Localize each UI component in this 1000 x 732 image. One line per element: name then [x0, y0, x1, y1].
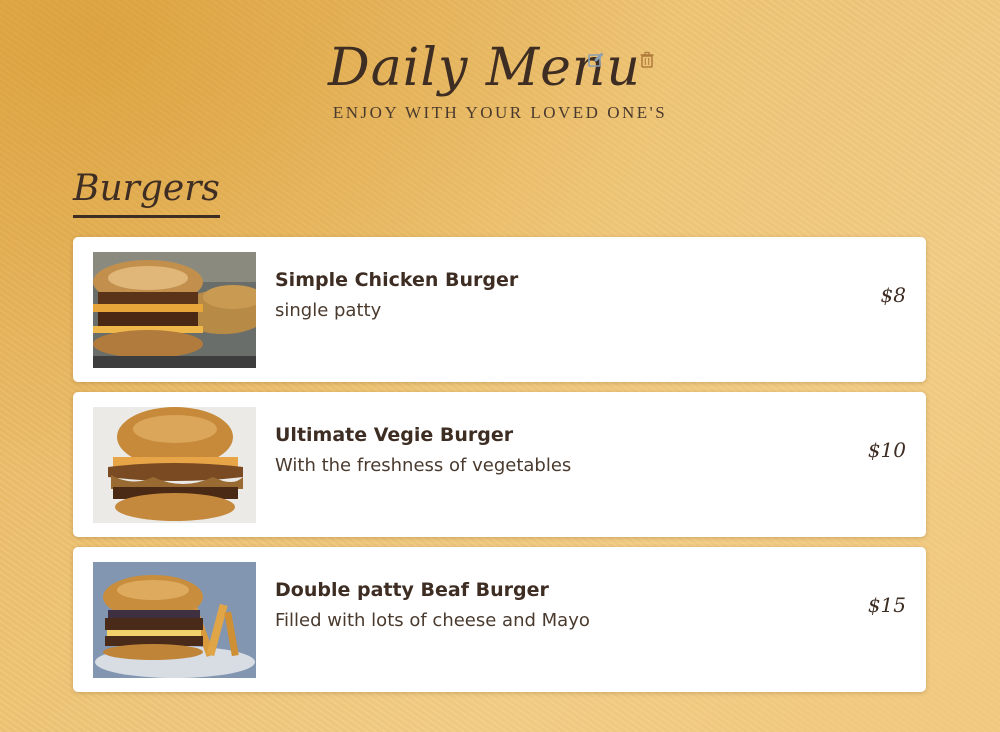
menu-header: Daily Menu ENJOY WITH YOUR LOVED ONE'S [0, 30, 1000, 130]
section-title-burgers: Burgers [73, 165, 220, 218]
item-description: With the freshness of vegetables [275, 455, 572, 476]
edit-icon [588, 52, 604, 67]
item-price: $15 [867, 593, 906, 617]
item-name: Simple Chicken Burger [275, 269, 519, 291]
trash-icon [640, 51, 654, 68]
menu-item-card[interactable]: Double patty Beaf Burger Filled with lot… [73, 547, 926, 692]
item-name: Double patty Beaf Burger [275, 579, 549, 601]
menu-item-card[interactable]: Ultimate Vegie Burger With the freshness… [73, 392, 926, 537]
burger-photo [93, 407, 256, 523]
item-description: single patty [275, 300, 382, 321]
burger-photo [93, 252, 256, 368]
item-description: Filled with lots of cheese and Mayo [275, 610, 590, 631]
item-name: Ultimate Vegie Burger [275, 424, 514, 446]
delete-button[interactable] [637, 50, 657, 70]
menu-item-card[interactable]: Simple Chicken Burger single patty $8 [73, 237, 926, 382]
burger-photo [93, 562, 256, 678]
edit-button[interactable] [586, 50, 606, 70]
menu-list: Simple Chicken Burger single patty $8 Ul… [73, 237, 926, 702]
item-price: $8 [880, 283, 906, 307]
item-price: $10 [867, 438, 906, 462]
page-subtitle: ENJOY WITH YOUR LOVED ONE'S [332, 103, 668, 122]
